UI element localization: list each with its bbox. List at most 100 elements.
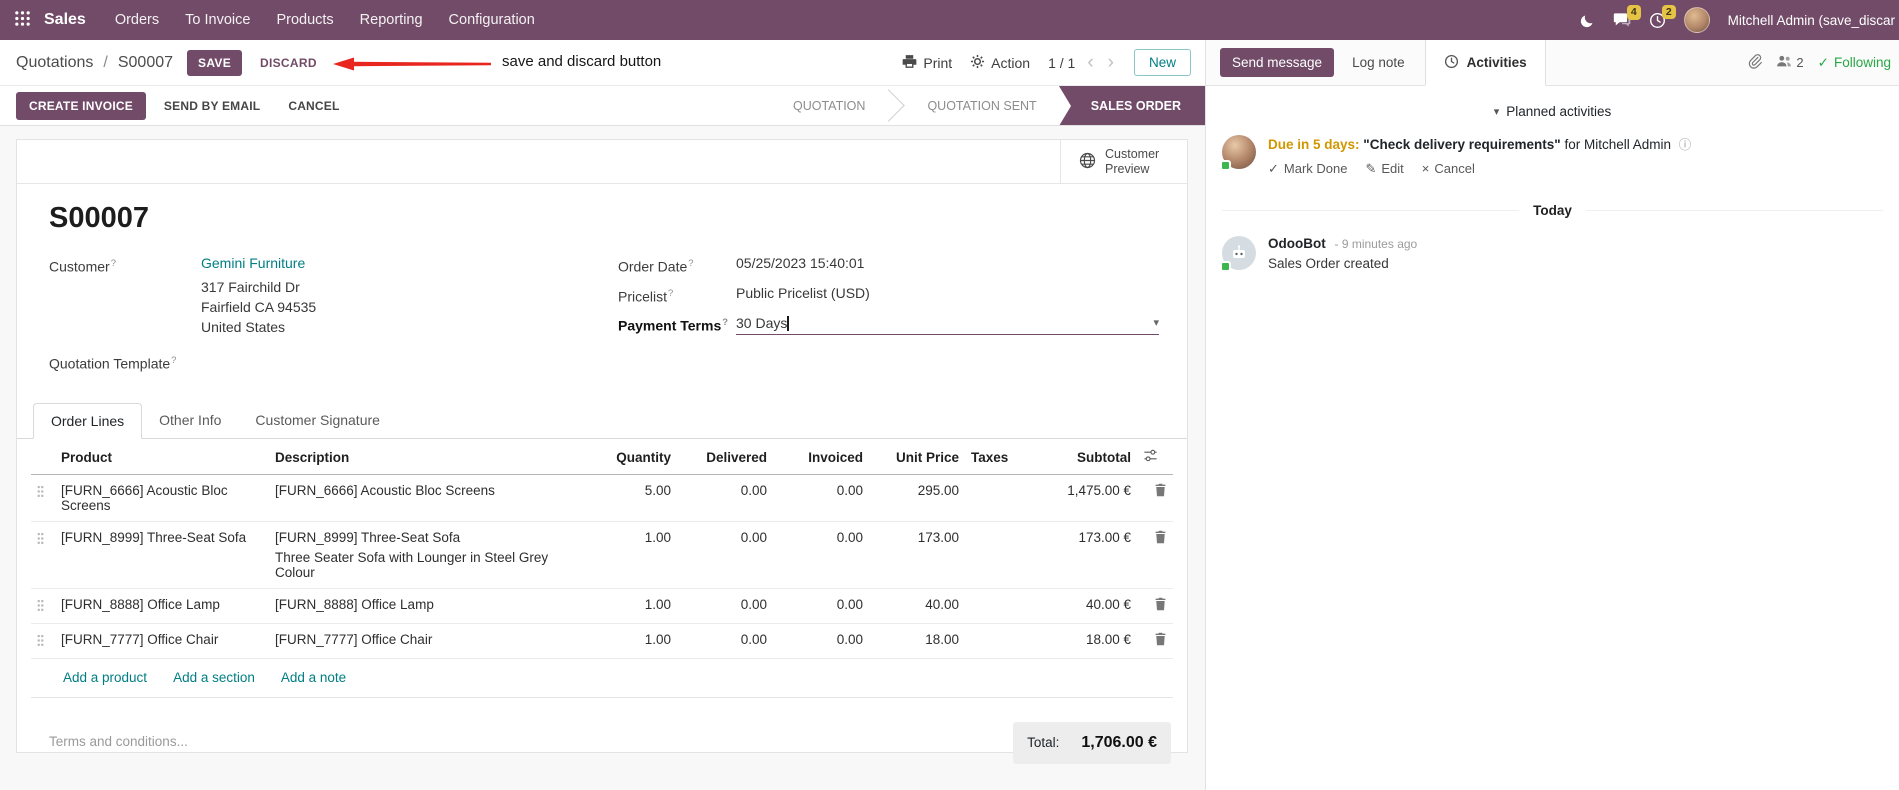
- menu-to-invoice[interactable]: To Invoice: [172, 0, 263, 40]
- delivered-cell[interactable]: 0.00: [677, 623, 773, 660]
- following-button[interactable]: ✓ Following: [1818, 55, 1891, 71]
- add-section-link[interactable]: Add a section: [173, 670, 255, 685]
- quantity-cell[interactable]: 1.00: [591, 623, 677, 660]
- edit-activity-button[interactable]: ✎ Edit: [1365, 161, 1403, 177]
- menu-configuration[interactable]: Configuration: [436, 0, 548, 40]
- product-cell[interactable]: [FURN_6666] Acoustic Bloc Screens: [55, 474, 269, 523]
- send-message-button[interactable]: Send message: [1220, 48, 1335, 77]
- col-quantity[interactable]: Quantity: [591, 439, 677, 476]
- app-name[interactable]: Sales: [44, 11, 102, 29]
- customer-preview-button[interactable]: Customer Preview: [1060, 140, 1187, 183]
- col-unit-price[interactable]: Unit Price: [869, 439, 965, 476]
- cancel-activity-button[interactable]: × Cancel: [1422, 161, 1475, 177]
- delete-line-icon[interactable]: [1154, 484, 1167, 500]
- taxes-cell[interactable]: [965, 521, 1021, 590]
- delivered-cell[interactable]: 0.00: [677, 521, 773, 590]
- invoiced-cell[interactable]: 0.00: [773, 474, 869, 523]
- activities-clock-icon[interactable]: 2: [1649, 4, 1676, 29]
- delete-line-icon[interactable]: [1154, 531, 1167, 547]
- activity-avatar[interactable]: [1220, 135, 1256, 171]
- moon-icon[interactable]: [1580, 13, 1595, 28]
- paperclip-icon[interactable]: [1747, 53, 1763, 72]
- cancel-button[interactable]: CANCEL: [278, 92, 349, 120]
- breadcrumb-quotations[interactable]: Quotations: [16, 54, 93, 72]
- order-line-row[interactable]: [FURN_8999] Three-Seat Sofa [FURN_8999] …: [31, 521, 1173, 590]
- print-button[interactable]: Print: [902, 54, 952, 72]
- user-avatar[interactable]: [1683, 7, 1710, 33]
- drag-handle-icon[interactable]: [37, 533, 44, 548]
- payment-terms-input[interactable]: 30 Days ▾: [736, 314, 1159, 335]
- quantity-cell[interactable]: 1.00: [591, 521, 677, 590]
- add-product-link[interactable]: Add a product: [63, 670, 147, 685]
- apps-menu-button[interactable]: [0, 0, 44, 40]
- pricelist-field[interactable]: Public Pricelist (USD): [736, 285, 870, 306]
- col-taxes[interactable]: Taxes: [965, 439, 1021, 476]
- col-subtotal[interactable]: Subtotal: [1021, 439, 1137, 476]
- drag-handle-icon[interactable]: [37, 486, 44, 501]
- log-note-button[interactable]: Log note: [1348, 48, 1409, 77]
- create-invoice-button[interactable]: CREATE INVOICE: [16, 91, 146, 120]
- info-icon[interactable]: ⓘ: [1679, 138, 1692, 152]
- unit-price-cell[interactable]: 295.00: [869, 474, 965, 523]
- menu-reporting[interactable]: Reporting: [347, 0, 436, 40]
- pager-previous-icon[interactable]: ‹: [1085, 53, 1095, 72]
- tab-other-info[interactable]: Other Info: [142, 403, 238, 438]
- unit-price-cell[interactable]: 40.00: [869, 588, 965, 625]
- drag-handle-icon[interactable]: [37, 600, 44, 615]
- col-product[interactable]: Product: [55, 439, 269, 476]
- step-sales-order[interactable]: SALES ORDER: [1058, 86, 1205, 125]
- description-cell[interactable]: [FURN_8999] Three-Seat Sofa Three Seater …: [269, 521, 591, 590]
- menu-orders[interactable]: Orders: [102, 0, 172, 40]
- pager-next-icon[interactable]: ›: [1106, 53, 1116, 72]
- action-button[interactable]: Action: [970, 54, 1030, 72]
- order-line-row[interactable]: [FURN_7777] Office Chair [FURN_7777] Off…: [31, 623, 1173, 660]
- save-button[interactable]: SAVE: [187, 49, 243, 76]
- tab-customer-signature[interactable]: Customer Signature: [238, 403, 397, 438]
- col-description[interactable]: Description: [269, 439, 591, 476]
- description-cell[interactable]: [FURN_7777] Office Chair: [269, 623, 591, 660]
- invoiced-cell[interactable]: 0.00: [773, 623, 869, 660]
- optional-columns-icon[interactable]: [1137, 439, 1173, 476]
- description-cell[interactable]: [FURN_8888] Office Lamp: [269, 588, 591, 625]
- user-name[interactable]: Mitchell Admin (save_discar: [1728, 13, 1895, 28]
- delete-line-icon[interactable]: [1154, 633, 1167, 649]
- product-cell[interactable]: [FURN_7777] Office Chair: [55, 623, 269, 660]
- invoiced-cell[interactable]: 0.00: [773, 521, 869, 590]
- delivered-cell[interactable]: 0.00: [677, 474, 773, 523]
- drag-handle-icon[interactable]: [37, 635, 44, 650]
- col-invoiced[interactable]: Invoiced: [773, 439, 869, 476]
- unit-price-cell[interactable]: 18.00: [869, 623, 965, 660]
- order-line-row[interactable]: [FURN_8888] Office Lamp [FURN_8888] Offi…: [31, 588, 1173, 625]
- col-delivered[interactable]: Delivered: [677, 439, 773, 476]
- delete-line-icon[interactable]: [1154, 598, 1167, 614]
- chevron-down-icon[interactable]: ▾: [1153, 315, 1159, 332]
- planned-activities-toggle[interactable]: ▾ Planned activities: [1222, 104, 1883, 119]
- step-quotation-sent[interactable]: QUOTATION SENT: [905, 86, 1059, 125]
- messages-icon[interactable]: 4: [1613, 5, 1641, 28]
- mark-done-button[interactable]: ✓ Mark Done: [1268, 161, 1347, 177]
- terms-and-conditions-placeholder[interactable]: Terms and conditions...: [49, 722, 188, 749]
- order-date-field[interactable]: 05/25/2023 15:40:01: [736, 255, 864, 276]
- invoiced-cell[interactable]: 0.00: [773, 588, 869, 625]
- taxes-cell[interactable]: [965, 588, 1021, 625]
- taxes-cell[interactable]: [965, 474, 1021, 523]
- odoobot-avatar[interactable]: [1220, 235, 1256, 271]
- discard-button[interactable]: DISCARD: [252, 50, 325, 76]
- message-author[interactable]: OdooBot: [1268, 236, 1326, 251]
- tab-order-lines[interactable]: Order Lines: [33, 403, 143, 440]
- customer-link[interactable]: Gemini Furniture: [201, 255, 305, 276]
- quantity-cell[interactable]: 5.00: [591, 474, 677, 523]
- new-button[interactable]: New: [1133, 49, 1191, 76]
- step-quotation[interactable]: QUOTATION: [770, 86, 888, 125]
- product-cell[interactable]: [FURN_8999] Three-Seat Sofa: [55, 521, 269, 590]
- description-cell[interactable]: [FURN_6666] Acoustic Bloc Screens: [269, 474, 591, 523]
- quantity-cell[interactable]: 1.00: [591, 588, 677, 625]
- unit-price-cell[interactable]: 173.00: [869, 521, 965, 590]
- add-note-link[interactable]: Add a note: [281, 670, 346, 685]
- delivered-cell[interactable]: 0.00: [677, 588, 773, 625]
- product-cell[interactable]: [FURN_8888] Office Lamp: [55, 588, 269, 625]
- send-by-email-button[interactable]: SEND BY EMAIL: [154, 92, 270, 120]
- menu-products[interactable]: Products: [263, 0, 346, 40]
- order-line-row[interactable]: [FURN_6666] Acoustic Bloc Screens [FURN_…: [31, 474, 1173, 523]
- taxes-cell[interactable]: [965, 623, 1021, 660]
